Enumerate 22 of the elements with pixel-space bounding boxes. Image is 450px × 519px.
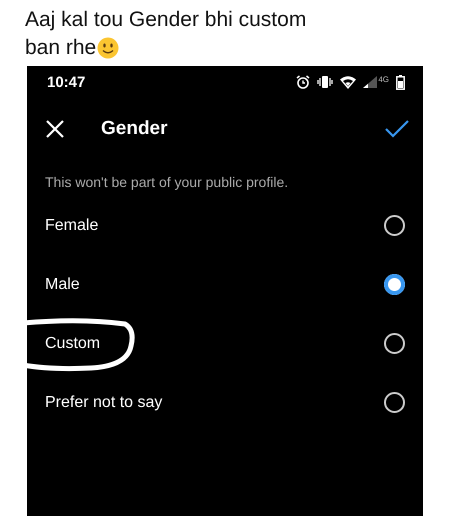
- option-label: Male: [45, 276, 80, 294]
- radio-button[interactable]: [384, 333, 405, 354]
- caption-text: ban rhe: [25, 35, 96, 61]
- option-label: Custom: [45, 334, 100, 352]
- signal-icon: [363, 76, 378, 88]
- radio-button[interactable]: [384, 392, 405, 413]
- radio-button[interactable]: [384, 274, 405, 295]
- radio-button[interactable]: [384, 215, 405, 236]
- alarm-icon: [296, 75, 310, 89]
- vibrate-icon: [317, 75, 334, 89]
- option-label: Prefer not to say: [45, 394, 162, 412]
- close-button[interactable]: [45, 119, 65, 139]
- screen-title: Gender: [101, 118, 169, 140]
- network-label: 4G: [378, 76, 389, 84]
- wifi-icon: [340, 76, 356, 88]
- confirm-button[interactable]: [385, 119, 409, 139]
- battery-icon: [396, 74, 405, 90]
- option-label: Female: [45, 216, 98, 234]
- hint-text: This won't be part of your public profile.: [44, 173, 290, 192]
- smiley-icon: [97, 37, 120, 59]
- caption-text: Aaj kal tou Gender bhi custom: [25, 7, 306, 33]
- status-time: 10:47: [47, 74, 86, 90]
